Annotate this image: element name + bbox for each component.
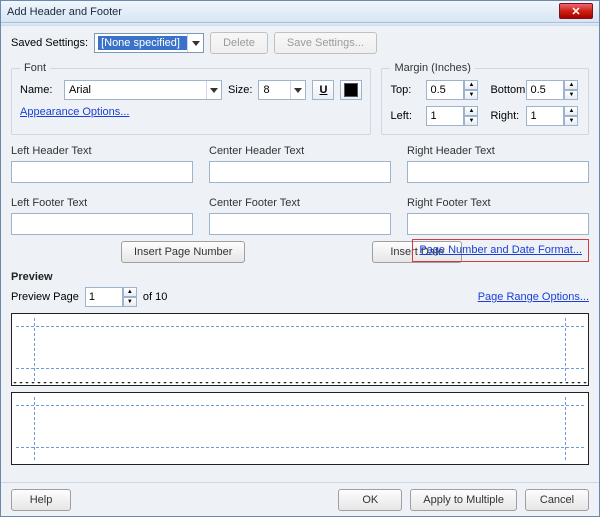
left-footer-label: Left Footer Text [11,197,193,209]
spin-up-icon[interactable]: ▲ [123,287,137,297]
margin-right-spinner[interactable]: ▲▼ [526,106,578,126]
spin-up-icon[interactable]: ▲ [464,80,478,90]
left-header-label: Left Header Text [11,145,193,157]
right-footer-input[interactable] [407,213,589,235]
format-link-highlight: Page Number and Date Format... [412,239,589,262]
titlebar: Add Header and Footer ✕ [1,1,599,23]
saved-settings-label: Saved Settings: [11,37,88,49]
page-number-date-format-link[interactable]: Page Number and Date Format... [419,244,582,256]
font-legend: Font [20,62,50,74]
dialog-window: Add Header and Footer ✕ Saved Settings: … [0,0,600,517]
font-name-label: Name: [20,84,58,96]
right-header-input[interactable] [407,161,589,183]
preview-page-bottom [11,392,589,465]
center-footer-label: Center Footer Text [209,197,391,209]
appearance-options-link[interactable]: Appearance Options... [20,106,129,118]
insert-row: Insert Page Number Insert Date Page Numb… [11,241,589,263]
margin-bottom-label: Bottom: [490,84,520,96]
font-size-value: 8 [259,84,290,96]
preview-legend: Preview [11,271,589,283]
chevron-down-icon [290,81,305,99]
margin-bottom-spinner[interactable]: ▲▼ [526,80,578,100]
header-footer-grid: Left Header Text Center Header Text Righ… [11,145,589,235]
help-button[interactable]: Help [11,489,71,511]
close-icon: ✕ [571,5,580,18]
ok-button[interactable]: OK [338,489,402,511]
margin-top-input[interactable] [426,80,464,100]
spin-up-icon[interactable]: ▲ [564,80,578,90]
left-header-input[interactable] [11,161,193,183]
margin-left-input[interactable] [426,106,464,126]
preview-pages [11,313,589,465]
center-footer-input[interactable] [209,213,391,235]
margin-group: Margin (Inches) Top: ▲▼ Bottom: ▲▼ Left:… [381,62,589,135]
insert-page-number-button[interactable]: Insert Page Number [121,241,245,263]
margin-right-input[interactable] [526,106,564,126]
color-swatch-icon [344,83,358,97]
spin-up-icon[interactable]: ▲ [464,106,478,116]
spin-down-icon[interactable]: ▼ [464,90,478,100]
saved-settings-combo[interactable]: [None specified] [94,33,204,53]
margin-top-spinner[interactable]: ▲▼ [426,80,478,100]
spin-down-icon[interactable]: ▼ [564,116,578,126]
delete-button[interactable]: Delete [210,32,268,54]
close-button[interactable]: ✕ [559,3,593,19]
cancel-button[interactable]: Cancel [525,489,589,511]
preview-of-text: of 10 [143,291,167,303]
font-size-combo[interactable]: 8 [258,80,306,100]
font-name-value: Arial [65,84,206,96]
spin-down-icon[interactable]: ▼ [123,297,137,307]
margin-bottom-input[interactable] [526,80,564,100]
margin-right-label: Right: [490,110,520,122]
underline-icon: U [319,84,327,96]
save-settings-button[interactable]: Save Settings... [274,32,377,54]
margin-left-spinner[interactable]: ▲▼ [426,106,478,126]
chevron-down-icon [187,34,203,52]
spin-up-icon[interactable]: ▲ [564,106,578,116]
spin-down-icon[interactable]: ▼ [464,116,478,126]
window-title: Add Header and Footer [7,6,122,18]
margin-legend: Margin (Inches) [390,62,474,74]
saved-settings-row: Saved Settings: [None specified] Delete … [11,32,589,54]
spin-down-icon[interactable]: ▼ [564,90,578,100]
right-footer-label: Right Footer Text [407,197,589,209]
right-header-label: Right Header Text [407,145,589,157]
preview-page-top [11,313,589,386]
left-footer-input[interactable] [11,213,193,235]
margin-left-label: Left: [390,110,420,122]
margin-top-label: Top: [390,84,420,96]
font-group: Font Name: Arial Size: 8 U Appearance O [11,62,371,135]
preview-page-label: Preview Page [11,291,79,303]
apply-multiple-button[interactable]: Apply to Multiple [410,489,517,511]
center-header-label: Center Header Text [209,145,391,157]
page-range-options-link[interactable]: Page Range Options... [478,291,589,303]
font-size-label: Size: [228,84,252,96]
font-color-button[interactable] [340,80,362,100]
content-area: Saved Settings: [None specified] Delete … [1,26,599,482]
underline-button[interactable]: U [312,80,334,100]
saved-settings-value: [None specified] [98,36,187,50]
center-header-input[interactable] [209,161,391,183]
dialog-footer: Help OK Apply to Multiple Cancel [1,482,599,516]
font-name-combo[interactable]: Arial [64,80,222,100]
chevron-down-icon [206,81,221,99]
preview-page-spinner[interactable]: ▲▼ [85,287,137,307]
preview-section: Preview Preview Page ▲▼ of 10 Page Range… [11,271,589,465]
preview-page-input[interactable] [85,287,123,307]
